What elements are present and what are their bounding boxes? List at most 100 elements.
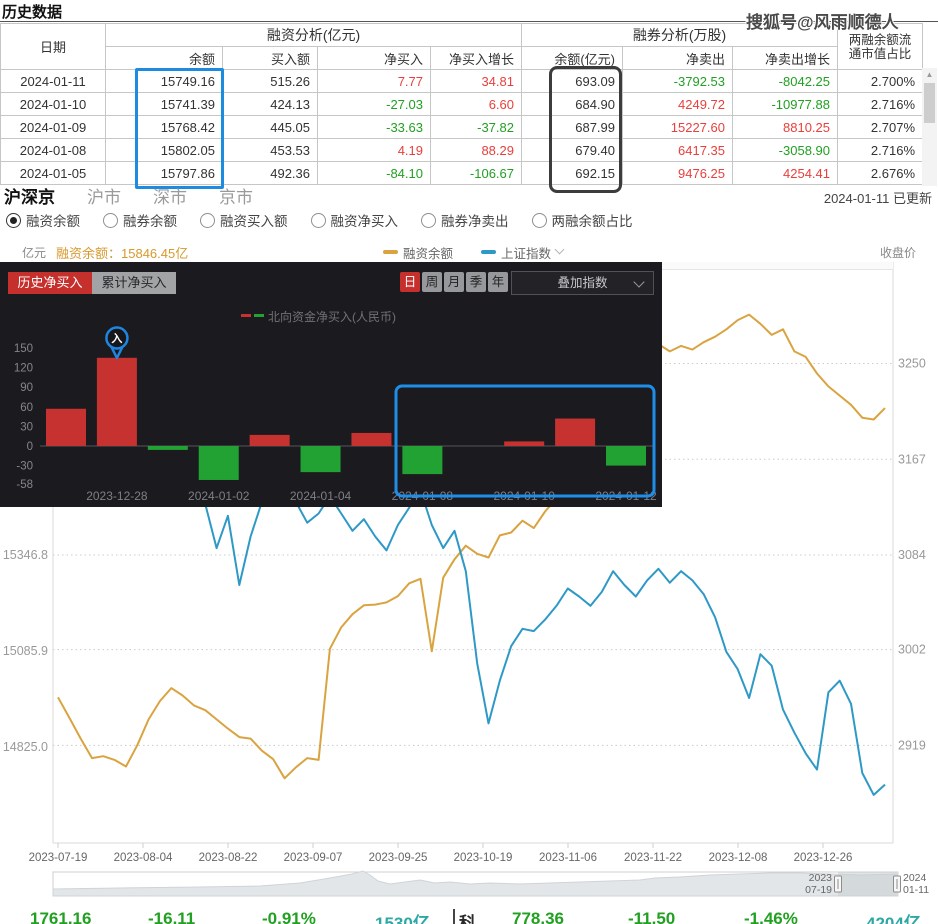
- scroll-up-icon[interactable]: ▲: [922, 68, 937, 81]
- col-header-date: 日期: [0, 23, 106, 70]
- close-price-label: 收盘价: [880, 246, 917, 260]
- cell-value: 15749.16: [105, 69, 223, 93]
- cell-value: 4.19: [317, 138, 431, 162]
- radio-item-2[interactable]: 融资买入额: [200, 210, 288, 230]
- cell-value: -37.82: [430, 115, 522, 139]
- radio-circle-icon: [310, 212, 326, 228]
- overlay-y-tick: -58: [16, 479, 33, 491]
- radio-circle-icon: [531, 212, 547, 228]
- bottom-bar-item-4: 科: [453, 909, 476, 924]
- legend-dash-sse-index: [481, 250, 496, 254]
- cell-value: -27.03: [317, 92, 431, 116]
- bar-5[interactable]: [300, 446, 341, 473]
- col-header-6: 净卖出增长: [732, 46, 838, 70]
- table-scrollbar[interactable]: ▲: [922, 68, 937, 186]
- bar-7[interactable]: [402, 446, 443, 475]
- col-header-4: 余额(亿元): [521, 46, 623, 70]
- history-table: 日期 融资分析(亿元) 融券分析(万股) 两融余额流 通市值占比 余额 买入额 净买入 净买入增…: [0, 23, 923, 185]
- overlay-legend-label: 北向资金净买入(人民币): [268, 310, 396, 324]
- bottom-bar-item-1: -16.11: [148, 909, 196, 924]
- left-axis-tick: 14825.0: [3, 740, 48, 754]
- navigator-selected-range[interactable]: [838, 872, 897, 896]
- cell-value: 4254.41: [732, 161, 838, 185]
- cell-value: 15741.39: [105, 92, 223, 116]
- cell-value: 424.13: [222, 92, 318, 116]
- legend-financing-balance[interactable]: 融资余额: [403, 243, 453, 262]
- radio-item-1[interactable]: 融券余额: [103, 210, 177, 230]
- period-button-月[interactable]: 月: [444, 272, 464, 292]
- market-tab-0[interactable]: 沪深京: [4, 183, 55, 208]
- table-row: 2024-01-10 15741.39 424.13 -27.03 6.60 684.90…: [0, 92, 923, 116]
- overlay-x-label: 2024-01-02: [188, 489, 250, 503]
- app-root: 历史数据 搜狐号@风雨顺德人 日期 融资分析(亿元) 融券分析(万股) 两融余额流 通市…: [0, 0, 938, 924]
- table-row: 2024-01-09 15768.42 445.05 -33.63 -37.82 687.…: [0, 115, 923, 139]
- cell-value: 445.05: [222, 115, 318, 139]
- scrollbar-thumb[interactable]: [924, 83, 935, 123]
- overlay-y-tick: 150: [14, 343, 33, 355]
- cell-value: 7.77: [317, 69, 431, 93]
- bar-0[interactable]: [46, 408, 86, 446]
- overlay-index-dropdown[interactable]: 叠加指数: [511, 271, 654, 295]
- cell-value: 515.26: [222, 69, 318, 93]
- overlay-tab-1[interactable]: 累计净买入: [92, 272, 176, 294]
- radio-item-3[interactable]: 融资净买入: [310, 210, 398, 230]
- cell-value: 15797.86: [105, 161, 223, 185]
- period-button-季[interactable]: 季: [466, 272, 486, 292]
- bar-4[interactable]: [249, 434, 290, 446]
- cell-value: 15802.05: [105, 138, 223, 162]
- table-row: 2024-01-05 15797.86 492.36 -84.10 -106.67 692…: [0, 161, 923, 185]
- chevron-down-icon[interactable]: [556, 246, 564, 254]
- watermark: 搜狐号@风雨顺德人: [746, 13, 899, 32]
- navigator-handle-right[interactable]: [893, 875, 901, 893]
- bar-1[interactable]: [96, 357, 137, 446]
- x-axis-label: 2023-08-22: [199, 852, 258, 864]
- col-header-5: 净卖出: [622, 46, 733, 70]
- cell-value: -106.67: [430, 161, 522, 185]
- cell-value: -8042.25: [732, 69, 838, 93]
- updated-label: 2024-01-11 已更新: [823, 191, 932, 206]
- page-title: 历史数据: [2, 4, 63, 21]
- radio-circle-icon: [6, 212, 21, 228]
- bar-3[interactable]: [198, 446, 239, 480]
- radio-item-5[interactable]: 两融余额占比: [531, 210, 633, 230]
- bottom-bar-item-5: 778.36: [512, 909, 564, 924]
- cell-value: 2.700%: [837, 69, 923, 93]
- radio-circle-icon: [200, 212, 215, 228]
- bar-10[interactable]: [555, 418, 596, 446]
- radio-circle-icon: [421, 212, 436, 228]
- market-tab-2[interactable]: 深市: [153, 183, 187, 208]
- table-row: 2024-01-11 15749.16 515.26 7.77 34.81 693.09-…: [0, 69, 923, 93]
- cell-value: 8810.25: [732, 115, 838, 139]
- y-axis-unit-label: 亿元: [22, 246, 47, 260]
- x-axis-label: 2023-08-04: [114, 852, 173, 864]
- radio-item-4[interactable]: 融券净卖出: [421, 210, 509, 230]
- chevron-down-icon: [633, 276, 645, 288]
- period-button-周[interactable]: 周: [422, 272, 442, 292]
- cell-date: 2024-01-08: [0, 138, 106, 162]
- bar-2[interactable]: [147, 446, 188, 450]
- cell-date: 2024-01-11: [0, 69, 106, 93]
- cell-value: 4249.72: [622, 92, 733, 116]
- market-tab-3[interactable]: 京市: [219, 183, 253, 208]
- range-start-label: 2023 07-19: [772, 872, 832, 896]
- right-axis-tick: 3167: [898, 452, 926, 466]
- cell-value: 679.40: [521, 138, 623, 162]
- right-axis-tick: 3084: [898, 548, 926, 562]
- bar-9[interactable]: [504, 441, 545, 446]
- overlay-tab-0[interactable]: 历史净买入: [8, 272, 92, 294]
- northbound-funds-overlay: 150 120 90 60 30 0 -30 -58 2023-12-28 2024-01-02 2…: [0, 262, 662, 507]
- navigator-handle-left[interactable]: [834, 875, 842, 893]
- period-button-年[interactable]: 年: [488, 272, 508, 292]
- right-axis-tick: 3002: [898, 643, 926, 657]
- bar-11[interactable]: [606, 446, 647, 466]
- legend-sse-index[interactable]: 上证指数: [501, 243, 551, 262]
- radio-item-0[interactable]: 融资余额: [6, 210, 80, 230]
- bottom-bar-item-7: -1.46%: [744, 909, 798, 924]
- bar-6[interactable]: [351, 432, 392, 446]
- cell-value: 453.53: [222, 138, 318, 162]
- range-end-label: 2024 01-11: [903, 872, 929, 896]
- metric-radio-group: 融资余额 融券余额 融资买入额 融资净买入 融券净卖出 两融余额占比: [6, 210, 633, 230]
- market-tab-1[interactable]: 沪市: [87, 183, 121, 208]
- period-button-日[interactable]: 日: [400, 272, 420, 292]
- cell-value: 9476.25: [622, 161, 733, 185]
